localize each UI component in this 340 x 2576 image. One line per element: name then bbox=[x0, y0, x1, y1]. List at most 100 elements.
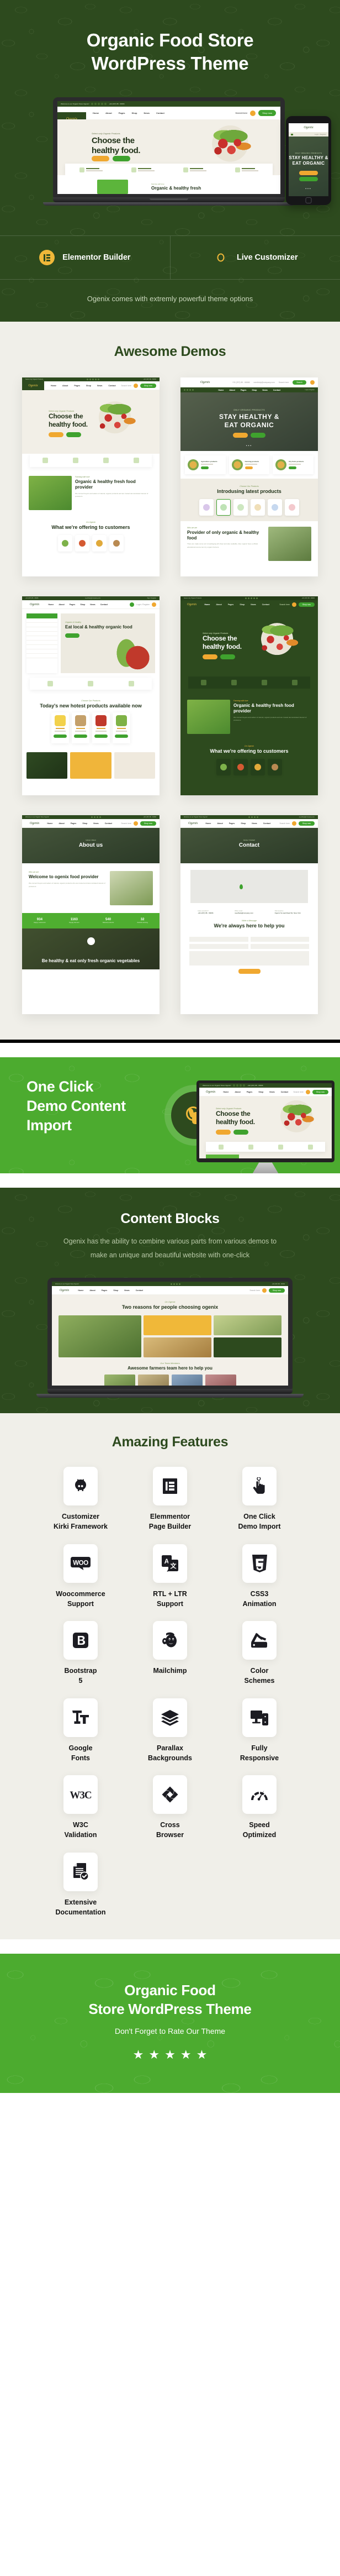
add-to-cart-button[interactable] bbox=[54, 734, 67, 738]
product-card[interactable] bbox=[72, 712, 89, 744]
sidebar-item[interactable] bbox=[26, 623, 57, 628]
cart-icon[interactable] bbox=[262, 1288, 267, 1293]
demo-card[interactable]: Welcome to our Organic Store Ogenix! +92… bbox=[22, 815, 160, 1015]
phone-slider-dots[interactable]: ••• bbox=[289, 187, 328, 191]
demo-video-block[interactable]: Be healthy & eat only fresh organic vege… bbox=[22, 928, 160, 970]
lettuce-image bbox=[116, 715, 127, 727]
mock-search[interactable]: Search here bbox=[235, 112, 247, 114]
product-card[interactable] bbox=[51, 712, 69, 744]
sidebar-item[interactable] bbox=[26, 627, 57, 632]
learn-more-button[interactable] bbox=[203, 654, 217, 659]
spacer bbox=[0, 1173, 340, 1188]
promo-banner-discount[interactable] bbox=[70, 752, 111, 779]
star-icon[interactable]: ★ bbox=[133, 2049, 144, 2061]
sidebar-item[interactable] bbox=[26, 649, 57, 654]
offer-thumb[interactable] bbox=[75, 535, 89, 552]
demo-card[interactable]: +92 (297) 88 - 66666 needhelp@company.com… bbox=[22, 596, 160, 796]
offer-thumb[interactable] bbox=[268, 759, 282, 776]
sidebar-item[interactable] bbox=[26, 618, 57, 623]
promo-banner-avocado[interactable] bbox=[26, 752, 68, 779]
cart-icon[interactable] bbox=[152, 602, 156, 607]
product-card[interactable] bbox=[92, 712, 110, 744]
learn-more-button[interactable] bbox=[216, 1129, 231, 1135]
mock-menu-item[interactable]: Shop bbox=[131, 112, 137, 114]
promo-banner[interactable]: Organic & Healthy Eat local & healthy or… bbox=[61, 613, 155, 674]
learn-more-button[interactable] bbox=[92, 156, 109, 162]
product-card[interactable] bbox=[113, 712, 130, 744]
feature-label: One Click Demo Import bbox=[238, 1513, 281, 1531]
sidebar-item[interactable] bbox=[26, 645, 57, 650]
mock-team-photos bbox=[52, 1371, 288, 1386]
mock-menu-item[interactable]: About bbox=[105, 112, 112, 114]
category-icon[interactable] bbox=[251, 499, 265, 516]
demo-card[interactable]: Select only Organic Products +92 (297) 8… bbox=[22, 377, 160, 577]
phone-shop-now-button[interactable] bbox=[299, 177, 318, 182]
mock-menu-item[interactable]: Pages bbox=[119, 112, 125, 114]
star-icon[interactable]: ★ bbox=[164, 2049, 176, 2061]
sidebar-item[interactable] bbox=[26, 641, 57, 646]
offer-thumb[interactable] bbox=[216, 759, 231, 776]
category-icon[interactable] bbox=[285, 499, 299, 516]
offer-thumb[interactable] bbox=[251, 759, 265, 776]
add-to-cart-button[interactable] bbox=[115, 734, 128, 738]
shop-now-button[interactable] bbox=[65, 633, 79, 638]
learn-more-button[interactable] bbox=[49, 432, 63, 437]
cart-icon[interactable] bbox=[250, 110, 256, 116]
category-card[interactable]: Farming products bbox=[229, 455, 270, 475]
shop-now-button[interactable] bbox=[233, 1129, 248, 1135]
add-to-cart-button[interactable] bbox=[74, 734, 87, 738]
phone-account-links[interactable]: Login / Register bbox=[315, 133, 326, 135]
offer-thumb[interactable] bbox=[58, 535, 72, 552]
mock-shop-button[interactable]: Shop now bbox=[258, 110, 276, 117]
subject-field[interactable] bbox=[189, 944, 248, 949]
cart-icon[interactable] bbox=[133, 383, 138, 388]
star-icon[interactable]: ★ bbox=[196, 2049, 208, 2061]
category-icon[interactable] bbox=[199, 499, 214, 516]
star-icon[interactable]: ★ bbox=[180, 2049, 192, 2061]
login-icon[interactable] bbox=[130, 602, 135, 607]
hamburger-icon[interactable] bbox=[291, 133, 293, 135]
category-card[interactable]: Dry fruits products bbox=[273, 455, 314, 475]
shop-now-button[interactable] bbox=[113, 156, 130, 162]
mock-menu-item[interactable]: Contact bbox=[156, 112, 164, 114]
phone-learn-more-button[interactable] bbox=[299, 171, 318, 176]
shop-now-button[interactable] bbox=[66, 432, 81, 437]
category-card[interactable]: Agriculture products bbox=[185, 455, 226, 475]
cart-icon[interactable] bbox=[291, 821, 296, 826]
email-field[interactable] bbox=[250, 937, 309, 942]
demo-card[interactable]: Welcome to our Organic Store Ogenix! nee… bbox=[180, 815, 318, 1015]
demo-card[interactable]: Ogenix +92 (297) 88 - 66666 needhelp@comp… bbox=[180, 377, 318, 577]
demo-card[interactable]: Select only Organic Products +92 (297) 8… bbox=[180, 596, 318, 796]
shop-now-button[interactable] bbox=[220, 654, 235, 659]
learn-more-button[interactable] bbox=[233, 432, 248, 438]
message-field[interactable] bbox=[189, 951, 309, 966]
offer-thumb[interactable] bbox=[92, 535, 107, 552]
phone-field[interactable] bbox=[250, 944, 309, 949]
send-message-button[interactable] bbox=[238, 969, 261, 974]
cart-icon[interactable] bbox=[310, 380, 315, 385]
rating-stars[interactable]: ★ ★ ★ ★ ★ bbox=[0, 2049, 340, 2061]
sidebar-item[interactable] bbox=[26, 632, 57, 637]
name-field[interactable] bbox=[189, 937, 248, 942]
demo-topbar: +92 (297) 88 - 66666 needhelp@company.com… bbox=[22, 596, 160, 601]
category-icon[interactable] bbox=[216, 499, 231, 516]
cart-icon[interactable] bbox=[133, 821, 138, 826]
play-button-icon[interactable] bbox=[87, 937, 95, 945]
category-icon[interactable] bbox=[233, 499, 248, 516]
category-icon[interactable] bbox=[268, 499, 282, 516]
star-icon[interactable]: ★ bbox=[148, 2049, 160, 2061]
offer-thumb[interactable] bbox=[109, 535, 124, 552]
cart-icon[interactable] bbox=[291, 602, 296, 607]
contact-map[interactable] bbox=[190, 870, 308, 904]
sidebar-item[interactable] bbox=[26, 636, 57, 641]
shop-now-button[interactable] bbox=[251, 432, 265, 438]
offer-thumb[interactable] bbox=[233, 759, 248, 776]
spacer bbox=[0, 1043, 340, 1058]
sidebar-item[interactable] bbox=[26, 654, 57, 659]
promo-banner-organic[interactable] bbox=[114, 752, 155, 779]
add-to-cart-button[interactable] bbox=[94, 734, 108, 738]
mock-menu-item[interactable]: News bbox=[144, 112, 149, 114]
cart-icon[interactable] bbox=[305, 1089, 310, 1094]
mock-menu-item[interactable]: Home bbox=[93, 112, 99, 114]
slider-dots[interactable]: ••• bbox=[180, 444, 318, 448]
